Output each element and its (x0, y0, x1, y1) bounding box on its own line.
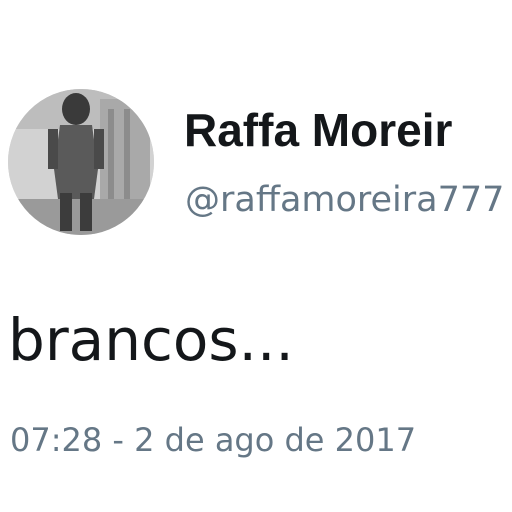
tweet-timestamp[interactable]: 07:28 - 2 de ago de 2017 (10, 415, 416, 465)
user-handle[interactable]: @raffamoreira777 (185, 175, 504, 225)
display-name[interactable]: Raffa Moreir (184, 100, 452, 160)
tweet-text: brancos... (8, 306, 294, 374)
profile-photo-icon (8, 89, 154, 235)
tweet-card: Raffa Moreir @raffamoreira777 brancos...… (0, 0, 512, 512)
avatar[interactable] (8, 89, 154, 235)
